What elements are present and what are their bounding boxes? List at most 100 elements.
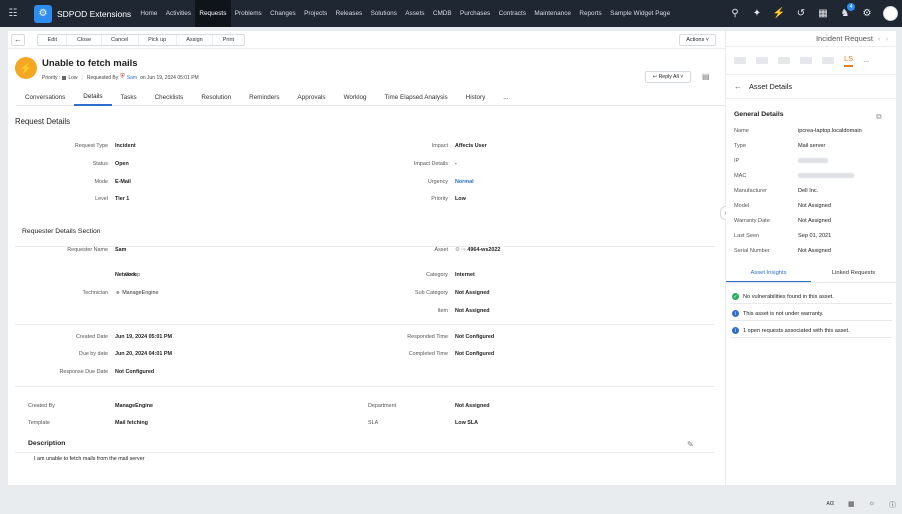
nav-item-cmdb[interactable]: CMDB [429, 0, 456, 27]
translate-icon[interactable]: ᴀα [826, 500, 834, 510]
bell-icon[interactable]: ♞ 4 [839, 2, 855, 20]
calendar-icon[interactable]: ▦ [817, 8, 829, 20]
tab-conversations[interactable]: Conversations [16, 89, 74, 106]
nav-item-changes[interactable]: Changes [266, 0, 300, 27]
request-main-panel: ← Edit Close Cancel Pick up Assign Print Acti… [8, 31, 725, 485]
assign-button[interactable]: Assign [175, 34, 213, 45]
edit-button[interactable]: Edit [38, 35, 66, 45]
requested-by-label: Requested By [86, 74, 119, 81]
nav-item-problems[interactable]: Problems [231, 0, 266, 27]
asset-field: Type Mail server [734, 143, 825, 149]
nav-item-sample-widget-page[interactable]: Sample Widget Page [606, 0, 674, 27]
completed-time-label: Completed Time [408, 351, 448, 357]
requester-link[interactable]: Sam [127, 75, 137, 81]
tab-asset-insights[interactable]: Asset Insights [726, 264, 811, 282]
asset-field-value: Not Assigned [798, 203, 831, 209]
prev-icon[interactable]: ‹ [878, 34, 881, 43]
created-date-label: Created Date [75, 334, 108, 340]
actions-button[interactable]: Actions ˅ [679, 34, 716, 46]
lightning-icon[interactable]: ⚡ [773, 8, 785, 20]
asset-field: Serial Number Not Assigned [734, 248, 831, 254]
nav-item-maintenance[interactable]: Maintenance [530, 0, 575, 27]
nav-item-projects[interactable]: Projects [300, 0, 331, 27]
user-avatar[interactable] [883, 6, 898, 21]
request-meta: Priority : Low | Requested By ⛨ Sam on J… [42, 74, 199, 81]
category-value: Internet [455, 272, 475, 278]
right-panel-header: Incident Request ‹ › [726, 31, 896, 47]
redacted-value [798, 173, 854, 179]
close-button[interactable]: Close [66, 34, 100, 45]
nav-item-purchases[interactable]: Purchases [456, 0, 495, 27]
right-panel-tab[interactable] [800, 57, 812, 64]
right-panel-tab[interactable] [734, 57, 746, 64]
help-icon[interactable]: ⓘ [889, 500, 896, 510]
field-label: Impact [431, 143, 448, 149]
cancel-button[interactable]: Cancel [100, 34, 138, 45]
tab-approvals[interactable]: Approvals [289, 89, 335, 106]
field-label: Impact Details [413, 161, 448, 167]
nav-item-requests[interactable]: Requests [195, 0, 231, 27]
category-label: Category [426, 272, 448, 278]
asset-type-icon: ⚙ ⇨ [455, 247, 466, 253]
right-panel-tabs: LS ... [726, 47, 896, 75]
back-arrow-icon[interactable]: ← [734, 82, 742, 91]
nav-item-assets[interactable]: Assets [401, 0, 429, 27]
tab-worklog[interactable]: Worklog [335, 89, 376, 106]
asset-field-label: Type [734, 143, 747, 149]
nav-item-home[interactable]: Home [136, 0, 161, 27]
responded-time-value: Not Configured [455, 334, 495, 340]
top-icons: ⚲ ✦ ⚡ ↺ ▦ ♞ 4 ⚙ [729, 0, 898, 27]
due-date-label: Due by date [78, 351, 108, 357]
field-label: Level [95, 196, 108, 202]
document-icon[interactable]: ▤ [702, 72, 710, 81]
request-created-date: on Jun 19, 2024 05:01 PM [140, 74, 199, 81]
right-panel-tab[interactable] [778, 57, 790, 64]
search-icon[interactable]: ⚲ [729, 8, 741, 20]
asset-field-value: Not Assigned [798, 218, 831, 224]
due-date-value: Jun 20, 2024 04:01 PM [115, 351, 172, 357]
right-panel-tab[interactable] [822, 57, 834, 64]
reply-all-button[interactable]: ↩ Reply All ˅ [645, 71, 691, 83]
nav-item-contracts[interactable]: Contracts [494, 0, 530, 27]
request-tabs: Conversations Details Tasks Checklists Resol… [16, 89, 725, 106]
tab-time-elapsed-analysis[interactable]: Time Elapsed Analysis [376, 89, 457, 106]
field-value: Tier 1 [115, 196, 130, 202]
app-grid-icon[interactable]: ☷ [0, 0, 26, 27]
grid-icon[interactable]: ▦ [848, 500, 855, 510]
pick-up-button[interactable]: Pick up [137, 34, 176, 45]
right-panel: Incident Request ‹ › LS ... ← Asset Deta… [726, 31, 896, 485]
print-button[interactable]: Print [212, 34, 243, 45]
nav-item-solutions[interactable]: Solutions [366, 0, 401, 27]
more-tabs[interactable]: ... [863, 57, 869, 64]
nav-item-activities[interactable]: Activities [162, 0, 196, 27]
tab-details[interactable]: Details [74, 89, 112, 106]
tab-resolution[interactable]: Resolution [192, 89, 240, 106]
tab-checklists[interactable]: Checklists [146, 89, 193, 106]
bulb-icon[interactable]: ☼ [869, 500, 875, 510]
edit-pencil-icon[interactable]: ✎ [687, 440, 694, 449]
tab-linked-requests[interactable]: Linked Requests [811, 264, 896, 282]
nav-item-releases[interactable]: Releases [331, 0, 366, 27]
responded-time-label: Responded Time [407, 334, 448, 340]
tab-tasks[interactable]: Tasks [112, 89, 146, 106]
tab-reminders[interactable]: Reminders [240, 89, 288, 106]
requester-name-label: Requester Name [67, 247, 108, 253]
incident-icon: ⚡ [15, 57, 37, 79]
copy-icon[interactable]: ⧉ [876, 112, 882, 122]
settings-icon[interactable]: ⚙ [861, 8, 873, 20]
next-icon[interactable]: › [885, 34, 888, 43]
tab-history[interactable]: History [457, 89, 495, 106]
priority-value: Low [68, 74, 78, 81]
subcategory-label: Sub Category [415, 290, 448, 296]
nav-item-reports[interactable]: Reports [575, 0, 606, 27]
asset-field-label: Name [734, 128, 749, 134]
tab-more[interactable]: ... [494, 89, 517, 106]
asset-value[interactable]: ⚙ ⇨ 4964-ws2022 [455, 247, 500, 253]
right-panel-tab[interactable] [756, 57, 768, 64]
history-icon[interactable]: ↺ [795, 8, 807, 20]
request-toolbar: ← Edit Close Cancel Pick up Assign Print [8, 31, 725, 49]
back-button[interactable]: ← [11, 33, 25, 46]
rocket-icon[interactable]: ✦ [751, 8, 763, 20]
created-by-label: Created By [28, 403, 55, 409]
ls-tab[interactable]: LS [844, 54, 854, 67]
